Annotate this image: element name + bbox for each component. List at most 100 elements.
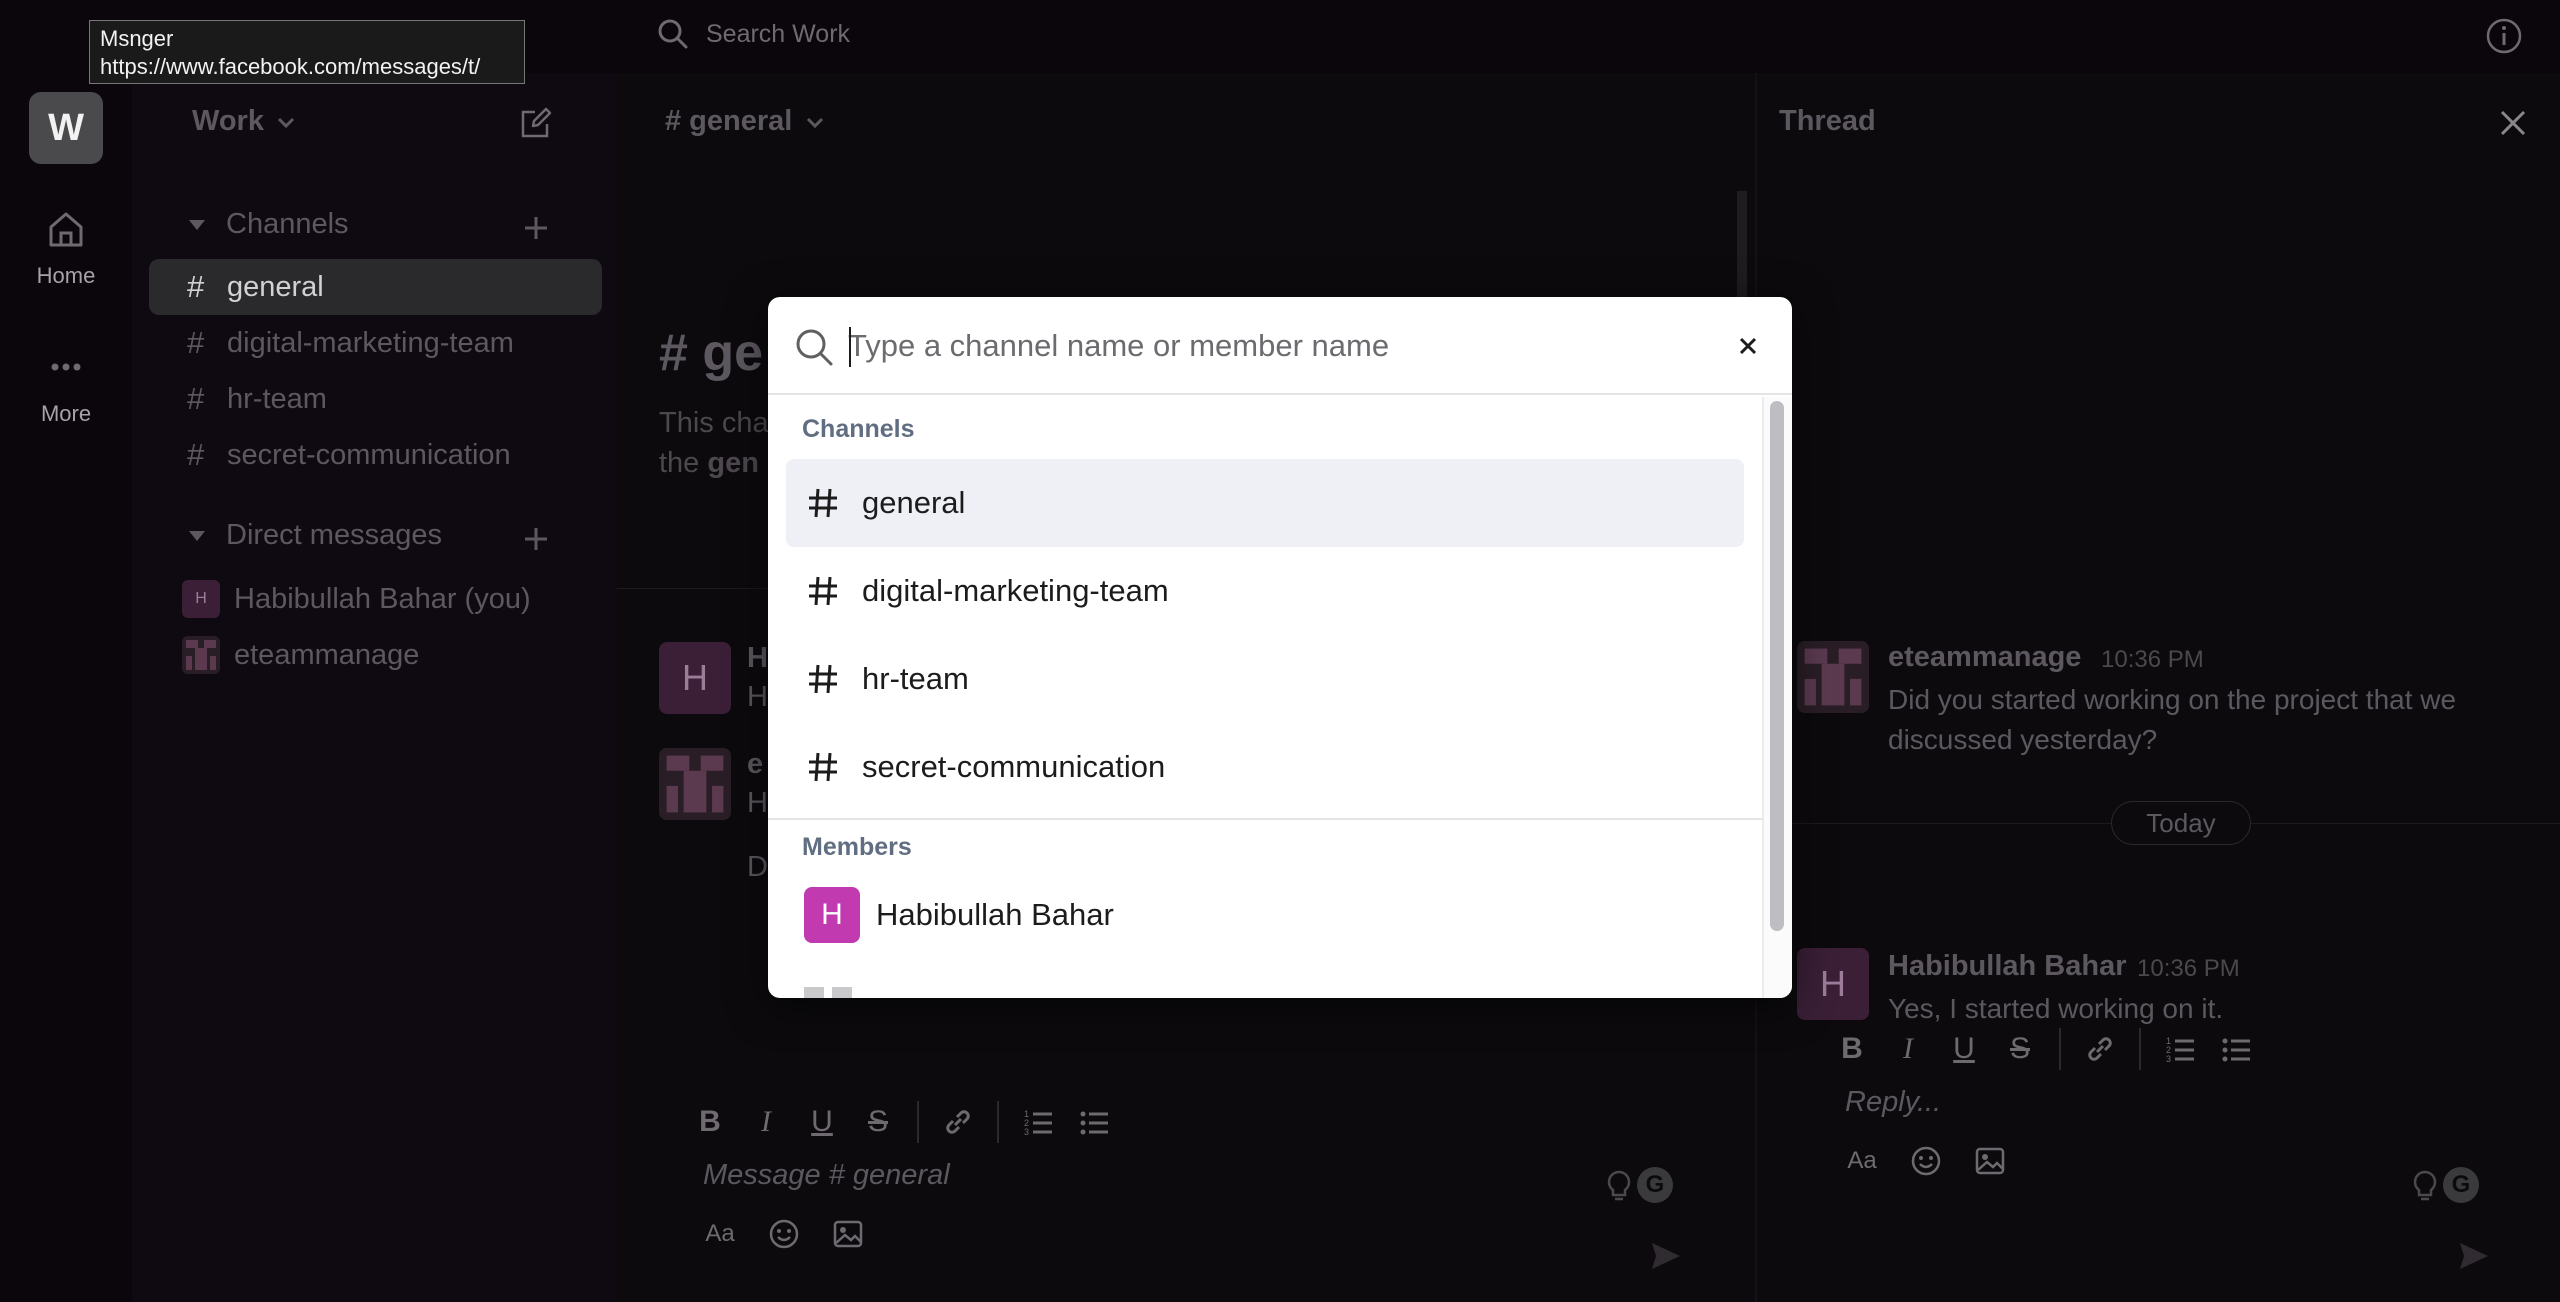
close-icon[interactable] (2497, 107, 2529, 139)
avatar[interactable]: H (1797, 948, 1869, 1020)
day-divider[interactable]: Today (2111, 801, 2251, 845)
result-label: digital-marketing-team (862, 573, 1169, 608)
result-channel-general[interactable]: general (786, 459, 1744, 547)
group-divider (768, 818, 1762, 820)
strikethrough-icon[interactable]: S (2003, 1032, 2037, 1066)
ordered-list-icon[interactable]: 123 (1021, 1105, 1055, 1139)
results-group-members: Members (802, 833, 912, 861)
emoji-icon[interactable] (1909, 1144, 1943, 1178)
more-icon (44, 345, 88, 389)
sidebar-dm-habibullah[interactable]: H Habibullah Bahar (you) (182, 574, 531, 624)
hash-icon: # (187, 381, 205, 416)
message-author: H (747, 642, 768, 674)
message-timestamp[interactable]: 10:36 PM (2137, 955, 2240, 983)
toolbar-divider (2059, 1028, 2061, 1070)
channel-label: digital-marketing-team (227, 326, 514, 359)
quick-switcher-input[interactable] (848, 319, 1708, 373)
result-channel-secret-communication[interactable]: secret-communication (786, 723, 1744, 811)
underline-icon[interactable]: U (1947, 1032, 1981, 1066)
workspace-switcher[interactable]: Work (192, 105, 298, 138)
sidebar-channel-general[interactable]: # general (149, 259, 602, 315)
scrollbar-thumb[interactable] (1770, 401, 1784, 931)
message-author: e (747, 748, 764, 780)
rail-item-more[interactable]: More (0, 345, 132, 427)
bulleted-list-icon[interactable] (1077, 1105, 1111, 1139)
workspace-avatar[interactable]: W (29, 92, 103, 164)
channels-header: Channels (226, 208, 349, 240)
quick-switcher-dialog: Channels general digital-marketing-team … (768, 297, 1792, 998)
bulleted-list-icon[interactable] (2219, 1032, 2253, 1066)
close-icon[interactable] (1729, 327, 1767, 365)
toolbar-divider (2139, 1028, 2141, 1070)
tab-tooltip: Msnger https://www.facebook.com/messages… (89, 20, 525, 84)
avatar (182, 636, 220, 674)
italic-icon[interactable]: I (749, 1105, 783, 1139)
add-dm-icon[interactable] (522, 525, 550, 553)
message-author[interactable]: Habibullah Bahar (1888, 950, 2127, 983)
sidebar-dm-eteammanage[interactable]: eteammanage (182, 630, 419, 680)
hash-icon (806, 486, 840, 520)
avatar[interactable] (659, 748, 731, 820)
channel-label: general (227, 270, 324, 303)
result-label: secret-communication (862, 749, 1166, 784)
text-format-icon[interactable]: Aa (1845, 1144, 1879, 1178)
hash-icon (806, 574, 840, 608)
send-icon[interactable] (2457, 1239, 2491, 1273)
message-timestamp[interactable]: 10:36 PM (2101, 646, 2204, 674)
result-label: general (862, 485, 966, 520)
emoji-icon[interactable] (767, 1217, 801, 1251)
result-member-habibullah-bahar[interactable]: H Habibullah Bahar (786, 871, 1744, 959)
link-icon[interactable] (941, 1105, 975, 1139)
text-format-icon[interactable]: Aa (703, 1217, 737, 1251)
avatar[interactable]: H (659, 642, 731, 714)
hash-icon: # (187, 437, 205, 472)
channel-intro-title: # ge (659, 324, 764, 382)
link-icon[interactable] (2083, 1032, 2117, 1066)
thread-title: Thread (1779, 105, 1876, 137)
message-body: D (747, 851, 768, 883)
underline-icon[interactable]: U (805, 1105, 839, 1139)
strikethrough-icon[interactable]: S (861, 1105, 895, 1139)
hash-icon (806, 750, 840, 784)
formatting-toolbar: B I U S 123 (693, 1099, 1133, 1145)
result-label: Habibullah Bahar (876, 897, 1114, 932)
ordered-list-icon[interactable]: 123 (2163, 1032, 2197, 1066)
result-channel-digital-marketing-team[interactable]: digital-marketing-team (786, 547, 1744, 635)
text-cursor (849, 327, 851, 367)
home-icon (44, 207, 88, 251)
add-channel-icon[interactable] (522, 214, 550, 242)
workspace-rail: W Home More (0, 73, 132, 1302)
lightbulb-icon[interactable] (2411, 1169, 2439, 1203)
compose-icon[interactable] (519, 106, 553, 140)
image-icon[interactable] (831, 1217, 865, 1251)
send-icon[interactable] (1649, 1239, 1683, 1273)
bold-icon[interactable]: B (693, 1105, 727, 1139)
message-input[interactable]: Message # general (703, 1159, 950, 1192)
avatar: H (182, 580, 220, 618)
grammarly-icon[interactable]: G (1637, 1167, 1673, 1203)
reply-input[interactable]: Reply... (1845, 1086, 1941, 1119)
channel-header[interactable]: # general (665, 105, 826, 138)
info-icon[interactable] (2485, 17, 2523, 55)
message-author[interactable]: eteammanage (1888, 641, 2081, 674)
lightbulb-icon[interactable] (1605, 1169, 1633, 1203)
search-bar[interactable]: Search Work (656, 14, 1856, 54)
rail-item-home[interactable]: Home (0, 207, 132, 289)
italic-icon[interactable]: I (1891, 1032, 1925, 1066)
dms-header: Direct messages (226, 519, 442, 551)
image-icon[interactable] (1973, 1144, 2007, 1178)
sidebar: Work Channels # general # digital-market… (132, 73, 617, 1302)
rail-label-more: More (40, 401, 92, 426)
quick-switcher-results: Channels general digital-marketing-team … (768, 397, 1762, 998)
search-label: Search Work (706, 19, 851, 48)
result-channel-hr-team[interactable]: hr-team (786, 635, 1744, 723)
svg-text:3: 3 (2166, 1054, 2171, 1064)
avatar: H (804, 887, 860, 943)
channels-section-toggle[interactable]: Channels (186, 208, 349, 241)
grammarly-icon[interactable]: G (2443, 1167, 2479, 1203)
avatar[interactable] (804, 987, 856, 998)
bold-icon[interactable]: B (1835, 1032, 1869, 1066)
dms-section-toggle[interactable]: Direct messages (186, 519, 442, 552)
message-body: H (747, 681, 768, 713)
avatar[interactable] (1797, 641, 1869, 713)
